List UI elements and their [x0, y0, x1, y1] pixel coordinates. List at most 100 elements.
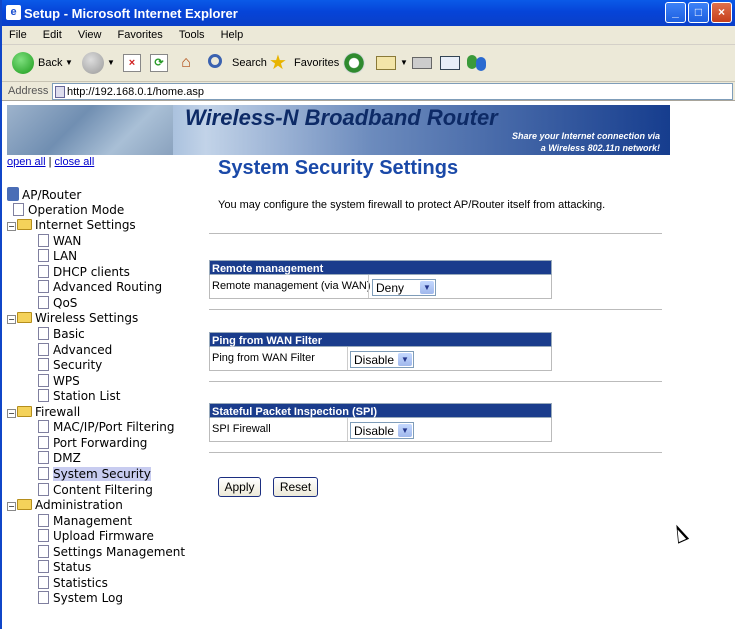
page-icon [38, 483, 49, 496]
title-bar: e Setup - Microsoft Internet Explorer _ … [2, 0, 735, 26]
cell-divider [347, 418, 348, 441]
messenger-button[interactable] [465, 51, 489, 75]
tree-item-upload-firmware[interactable]: Upload Firmware [38, 529, 154, 544]
page-icon [38, 234, 49, 247]
tree-item-basic[interactable]: Basic [38, 327, 85, 342]
page-icon [38, 389, 49, 402]
apply-button[interactable]: Apply [218, 477, 261, 497]
tree-item-qos[interactable]: QoS [38, 296, 77, 311]
tree-item-wps[interactable]: WPS [38, 374, 80, 389]
print-button[interactable] [410, 51, 434, 75]
favorites-button[interactable]: ★ Favorites [269, 51, 340, 75]
minimize-button[interactable]: _ [665, 2, 686, 23]
tree-item-mac-ip-port-filtering[interactable]: MAC/IP/Port Filtering [38, 420, 174, 435]
tree-item-security[interactable]: Security [38, 358, 102, 373]
history-button[interactable] [342, 51, 366, 75]
favorites-label: Favorites [294, 57, 340, 69]
page-icon [38, 436, 49, 449]
chevron-down-icon: ▼ [398, 424, 412, 437]
reset-button[interactable]: Reset [273, 477, 318, 497]
menu-help[interactable]: Help [214, 26, 250, 41]
mail-button[interactable]: ▼ [374, 51, 408, 75]
menu-edit[interactable]: Edit [36, 26, 68, 41]
ping-wan-filter-header: Ping from WAN Filter [209, 332, 552, 347]
tree-item-status[interactable]: Status [38, 560, 91, 575]
menu-tools[interactable]: Tools [172, 26, 211, 41]
close-all-link[interactable]: close all [55, 156, 95, 168]
open-all-link[interactable]: open all [7, 156, 46, 168]
folder-icon [17, 406, 32, 417]
tree-item-label: Status [53, 560, 92, 574]
tree-item-management[interactable]: Management [38, 514, 132, 529]
remote-management-value: Deny [376, 281, 405, 295]
page-icon [38, 545, 49, 558]
tree-item-label: WPS [53, 374, 80, 388]
tree-item-label: Content Filtering [53, 483, 153, 497]
page-icon [38, 560, 49, 573]
page-icon [38, 514, 49, 527]
ie-icon: e [6, 5, 21, 20]
tree-item-advanced-routing[interactable]: Advanced Routing [38, 280, 162, 295]
tree-item-label: System Security [53, 467, 151, 481]
address-input[interactable]: http://192.168.0.1/home.asp [52, 83, 733, 100]
tree-item-system-security[interactable]: System Security [38, 467, 151, 482]
page-icon [38, 343, 49, 356]
page-title: System Security Settings [218, 157, 459, 179]
forward-button[interactable]: ▼ [80, 51, 115, 75]
close-button[interactable]: × [711, 2, 732, 23]
tree-item-label: DMZ [53, 451, 81, 465]
tree-root[interactable]: AP/Router [7, 187, 81, 202]
tree-item-dhcp-clients[interactable]: DHCP clients [38, 265, 130, 280]
back-button[interactable]: Back ▼ [10, 51, 74, 75]
back-dropdown-icon: ▼ [65, 58, 73, 67]
tree-item-advanced[interactable]: Advanced [38, 343, 112, 358]
stop-button[interactable]: × [121, 51, 143, 75]
tree-item-label: Operation Mode [28, 203, 125, 217]
tree-item-settings-management[interactable]: Settings Management [38, 545, 185, 560]
tree-item-station-list[interactable]: Station List [38, 389, 120, 404]
tree-folder-administration[interactable]: − Administration [7, 498, 123, 513]
divider [209, 309, 662, 310]
tree-item-content-filtering[interactable]: Content Filtering [38, 483, 153, 498]
tree-item-label: MAC/IP/Port Filtering [53, 420, 175, 434]
address-url: http://192.168.0.1/home.asp [67, 86, 204, 98]
tree-item-label: Basic [53, 327, 85, 341]
tree-item-statistics[interactable]: Statistics [38, 576, 108, 591]
mail-dropdown-icon: ▼ [400, 58, 408, 67]
ping-wan-filter-section: Ping from WAN Filter Ping from WAN Filte… [209, 332, 552, 371]
tree-folder-wireless[interactable]: − Wireless Settings [7, 311, 138, 326]
tree-item-port-forwarding[interactable]: Port Forwarding [38, 436, 147, 451]
tree-item-wan[interactable]: WAN [38, 234, 81, 249]
tree-item-label: Wireless Settings [35, 311, 139, 325]
tree-item-operation-mode[interactable]: Operation Mode [13, 203, 124, 218]
home-button[interactable]: ⌂ [175, 51, 197, 75]
tree-item-label: System Log [53, 591, 123, 605]
tree-item-label: Upload Firmware [53, 529, 154, 543]
menu-view[interactable]: View [71, 26, 108, 41]
menu-favorites[interactable]: Favorites [111, 26, 169, 41]
spi-firewall-select[interactable]: Disable ▼ [350, 422, 414, 439]
tree-item-system-log[interactable]: System Log [38, 591, 123, 606]
ping-wan-filter-select[interactable]: Disable ▼ [350, 351, 414, 368]
page-icon [38, 467, 49, 480]
edit-button[interactable] [438, 51, 462, 75]
home-icon: ⌂ [181, 54, 191, 71]
tree-item-label: LAN [53, 249, 78, 263]
tree-item-dmz[interactable]: DMZ [38, 451, 81, 466]
maximize-button[interactable]: □ [688, 2, 709, 23]
tree-folder-internet[interactable]: − Internet Settings [7, 218, 136, 233]
remote-management-header: Remote management [209, 260, 552, 275]
tree-folder-firewall[interactable]: − Firewall [7, 405, 80, 420]
window-title: Setup - Microsoft Internet Explorer [24, 6, 238, 21]
ping-wan-filter-row: Ping from WAN Filter Disable ▼ [209, 347, 552, 371]
refresh-button[interactable]: ⟳ [148, 51, 170, 75]
tree-item-label: Statistics [53, 576, 108, 590]
menu-file[interactable]: File [2, 26, 33, 41]
page-description: You may configure the system firewall to… [218, 199, 606, 211]
remote-management-row: Remote management (via WAN) Deny ▼ [209, 275, 552, 299]
tree-item-lan[interactable]: LAN [38, 249, 77, 264]
tree-toggle-links: open all | close all [7, 156, 94, 168]
link-separator: | [48, 156, 52, 168]
search-button[interactable]: Search [207, 51, 267, 75]
remote-management-select[interactable]: Deny ▼ [372, 279, 436, 296]
